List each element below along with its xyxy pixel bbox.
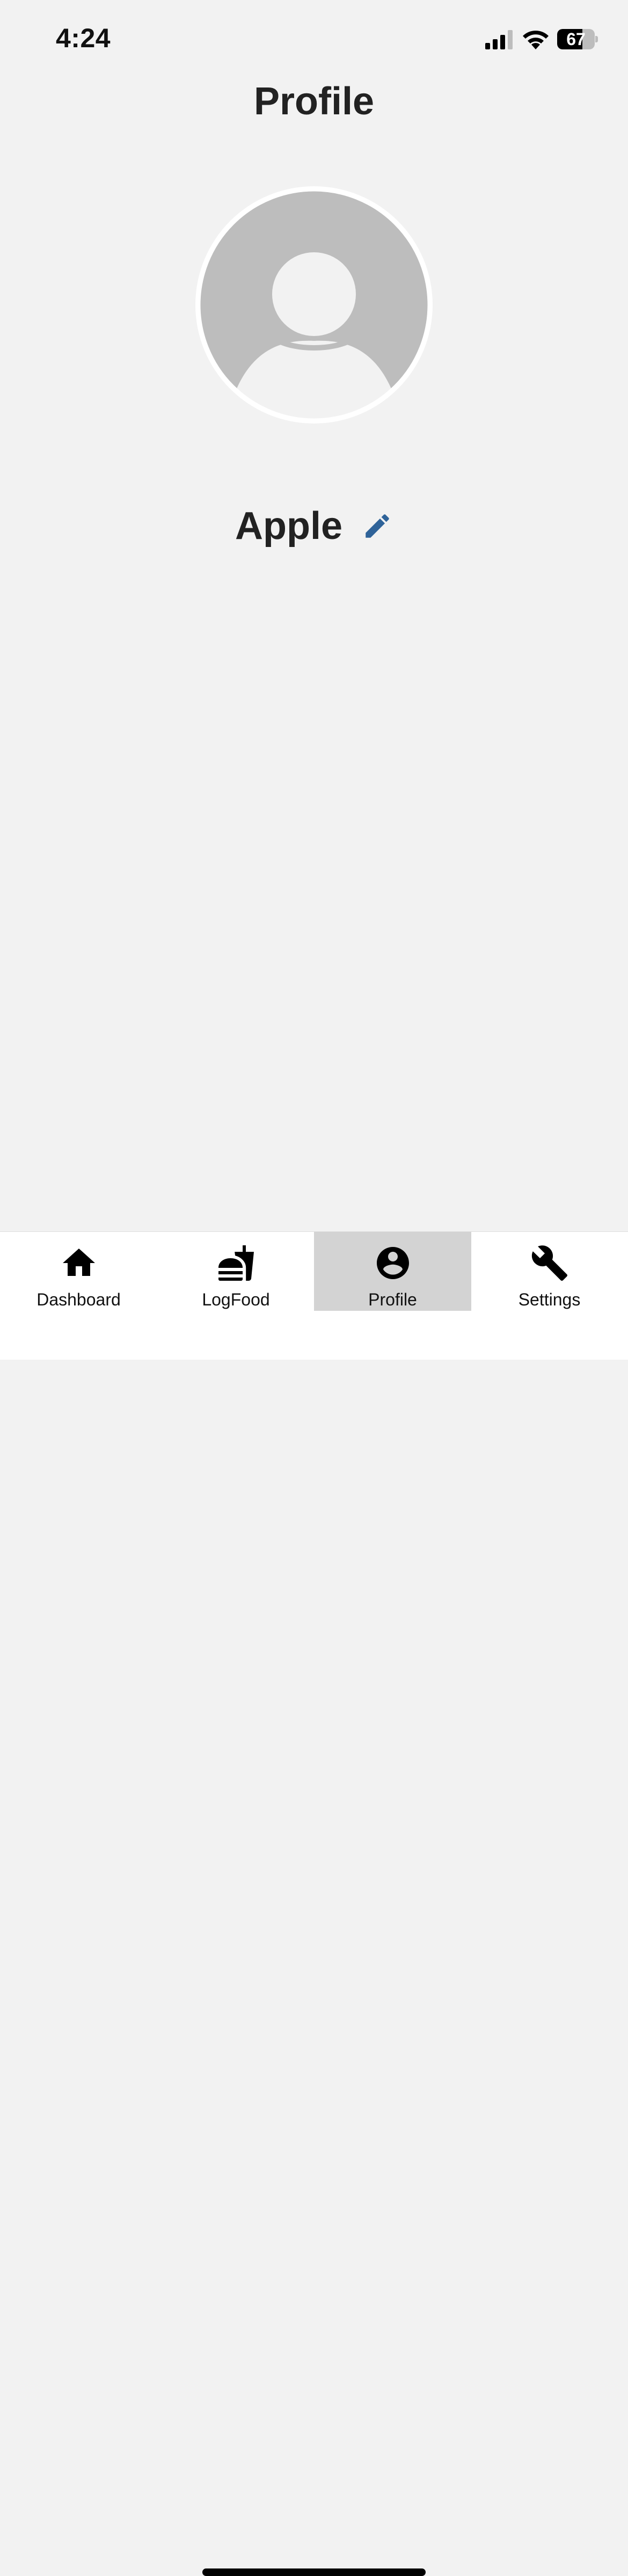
tab-profile[interactable]: Profile xyxy=(314,1232,471,1311)
battery-level: 67 xyxy=(566,30,586,49)
wifi-icon xyxy=(523,31,549,49)
page-title: Profile xyxy=(253,80,375,123)
battery-indicator: 67 xyxy=(557,29,598,49)
tab-label-logfood: LogFood xyxy=(202,1290,270,1309)
pencil-icon xyxy=(366,514,389,538)
default-avatar-icon[interactable] xyxy=(193,184,435,426)
tab-settings[interactable]: Settings xyxy=(471,1232,628,1311)
tab-logfood[interactable]: LogFood xyxy=(157,1232,315,1311)
profile-name: Apple xyxy=(235,505,342,548)
home-indicator xyxy=(202,2568,426,2576)
home-icon xyxy=(62,1249,95,1276)
profile-name-row: Apple xyxy=(0,502,628,550)
tab-label-settings: Settings xyxy=(518,1290,581,1309)
cellular-signal-icon xyxy=(485,30,513,49)
edit-name-button[interactable] xyxy=(362,510,393,542)
bottom-tab-bar: Dashboard LogFood Profile Settings xyxy=(0,1231,628,2576)
battery-body: 67 xyxy=(557,29,595,49)
fastfood-icon xyxy=(218,1245,254,1281)
wrench-icon xyxy=(531,1245,567,1281)
status-bar: 4:24 67 xyxy=(0,0,628,81)
status-time: 4:24 xyxy=(56,23,111,53)
account-circle-icon xyxy=(376,1247,409,1279)
tab-label-profile: Profile xyxy=(368,1290,417,1309)
battery-tip xyxy=(595,36,598,42)
tab-dashboard[interactable]: Dashboard xyxy=(0,1232,157,1311)
tab-label-dashboard: Dashboard xyxy=(36,1290,121,1309)
